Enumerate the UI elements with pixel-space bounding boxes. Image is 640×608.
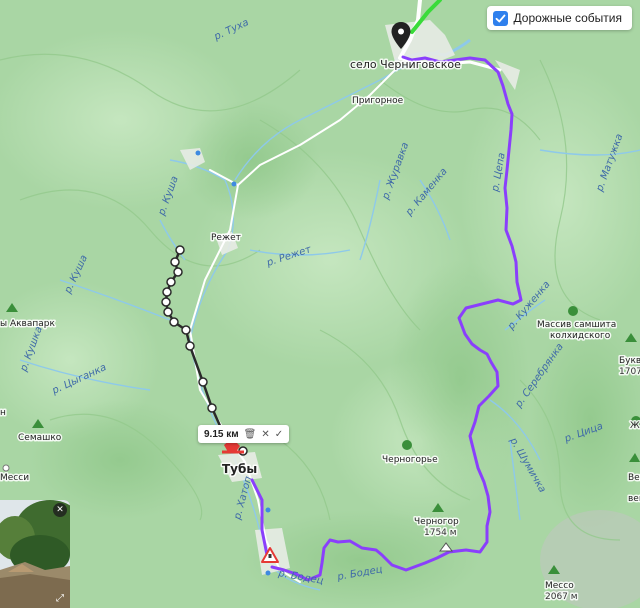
label-chernogor: Черногор bbox=[414, 517, 459, 527]
label-vek: Век bbox=[628, 473, 640, 483]
checkmark-icon bbox=[495, 14, 505, 22]
trash-icon[interactable]: 🗑 bbox=[244, 429, 257, 440]
measure-point[interactable] bbox=[198, 377, 208, 387]
close-icon[interactable]: ✕ bbox=[261, 429, 269, 440]
label-semashko: Семашко bbox=[18, 433, 62, 443]
measure-point[interactable] bbox=[162, 287, 172, 297]
label-zh: Ж bbox=[630, 421, 640, 431]
label-prigornoe: Пригорное bbox=[352, 96, 404, 106]
label-massiv-line1: Массив самшита bbox=[537, 320, 616, 330]
label-chernogor-height: 1754 м bbox=[424, 528, 457, 538]
label-bukva: Буква bbox=[619, 356, 640, 366]
close-icon[interactable]: ✕ bbox=[53, 503, 67, 517]
measure-distance-value: 9.15 км bbox=[204, 428, 239, 440]
map-canvas[interactable]: село Черниговское Пригорное Режет Тубы Ч… bbox=[0, 0, 640, 608]
label-rezhet: Режет bbox=[211, 233, 241, 243]
terrain-shading bbox=[0, 30, 640, 608]
traffic-checkbox[interactable] bbox=[492, 10, 508, 26]
water-point-icon bbox=[231, 181, 237, 187]
measure-point[interactable] bbox=[166, 277, 176, 287]
label-bukva-height: 1707 м bbox=[619, 367, 640, 377]
label-ven: вен bbox=[628, 494, 640, 504]
label-tuby: Тубы bbox=[222, 462, 257, 476]
measure-point[interactable] bbox=[181, 325, 191, 335]
river-label-khatop: р. Хатоп bbox=[232, 475, 254, 522]
label-massiv-line2: колхидского bbox=[550, 331, 611, 341]
measure-point[interactable] bbox=[163, 307, 173, 317]
river-label-tuha: р. Туха bbox=[212, 17, 251, 43]
settlement-dot bbox=[2, 464, 10, 472]
label-messi-left: Месси bbox=[0, 473, 29, 483]
check-icon[interactable]: ✓ bbox=[275, 429, 283, 440]
traffic-toggle-label: Дорожные события bbox=[513, 11, 622, 25]
panorama-preview[interactable]: ✕ ⤢ bbox=[0, 500, 70, 608]
label-n: н bbox=[0, 408, 6, 418]
water-point-icon bbox=[195, 150, 201, 156]
measure-point[interactable] bbox=[185, 341, 195, 351]
label-messo: Мессо bbox=[545, 581, 574, 591]
water-point-icon bbox=[265, 570, 271, 576]
expand-icon[interactable]: ⤢ bbox=[53, 591, 67, 605]
measure-point[interactable] bbox=[169, 317, 179, 327]
measure-point[interactable] bbox=[161, 297, 171, 307]
label-akvapark: ы Аквапарк bbox=[0, 319, 55, 329]
measure-distance-popup: 9.15 км 🗑 ✕ ✓ bbox=[198, 425, 290, 443]
label-chernogorye: Черногорье bbox=[382, 455, 438, 465]
measure-point[interactable] bbox=[207, 403, 217, 413]
label-messo-height: 2067 м bbox=[545, 592, 578, 602]
traffic-events-toggle[interactable]: Дорожные события bbox=[486, 6, 632, 30]
measure-point[interactable] bbox=[173, 267, 183, 277]
label-chernigovskoe: село Черниговское bbox=[350, 58, 461, 71]
map-pin-icon[interactable] bbox=[391, 22, 411, 50]
measure-point[interactable] bbox=[175, 245, 185, 255]
measure-point[interactable] bbox=[170, 257, 180, 267]
water-point-icon bbox=[265, 507, 271, 513]
